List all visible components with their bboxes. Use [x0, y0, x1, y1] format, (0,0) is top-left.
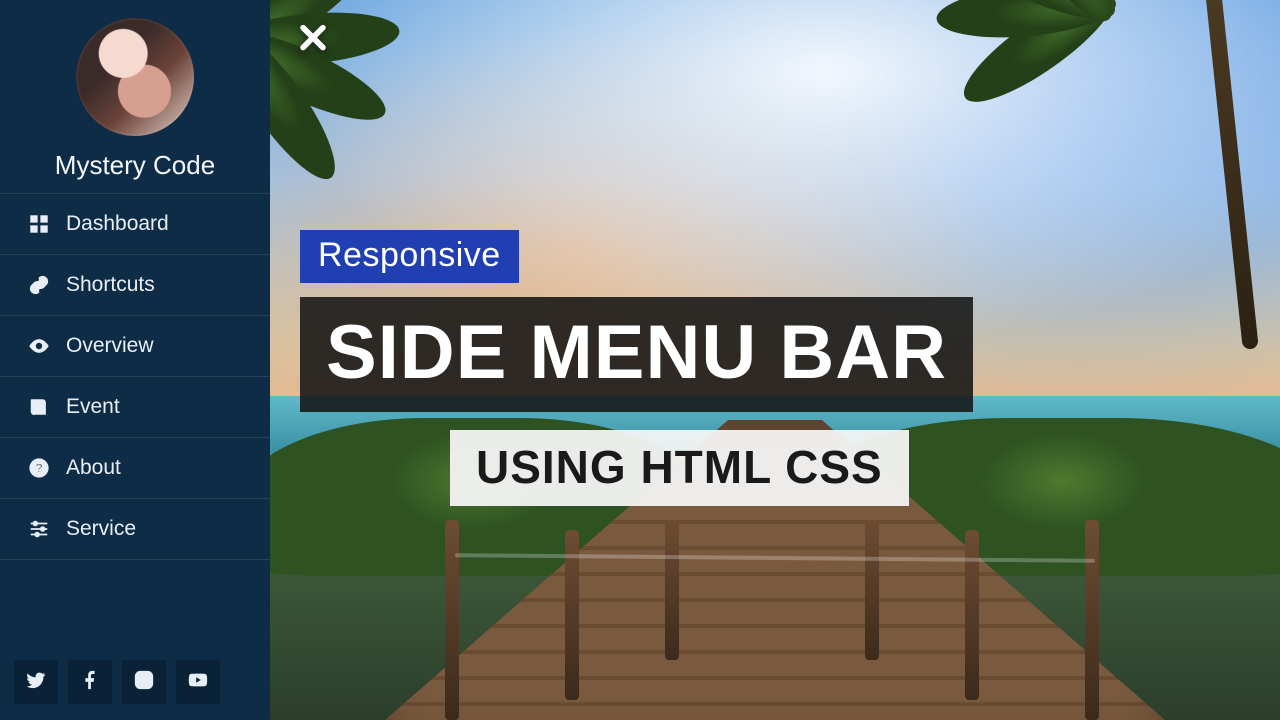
- avatar: [76, 18, 194, 136]
- social-twitter[interactable]: [14, 660, 58, 704]
- sidebar-item-event[interactable]: Event: [0, 376, 270, 437]
- facebook-icon: [79, 669, 101, 696]
- hero-subtitle: USING HTML CSS: [450, 430, 909, 506]
- grid-icon: [28, 213, 50, 235]
- eye-icon: [28, 335, 50, 357]
- link-icon: [28, 274, 50, 296]
- social-bar: [0, 648, 270, 720]
- book-icon: [28, 396, 50, 418]
- sidebar-item-dashboard[interactable]: Dashboard: [0, 193, 270, 254]
- hero-badge: Responsive: [300, 230, 519, 283]
- nav: Dashboard Shortcuts Overview Event ? Abo…: [0, 193, 270, 648]
- sidebar-item-label: Dashboard: [66, 212, 169, 236]
- hero-title: SIDE MENU BAR: [300, 297, 973, 412]
- username: Mystery Code: [0, 150, 270, 181]
- sidebar-item-label: About: [66, 456, 121, 480]
- question-icon: ?: [28, 457, 50, 479]
- sidebar-item-service[interactable]: Service: [0, 498, 270, 560]
- instagram-icon: [133, 669, 155, 696]
- social-youtube[interactable]: [176, 660, 220, 704]
- svg-text:?: ?: [35, 461, 43, 476]
- close-button[interactable]: [294, 22, 332, 60]
- sliders-icon: [28, 518, 50, 540]
- sidebar-item-shortcuts[interactable]: Shortcuts: [0, 254, 270, 315]
- sidebar-item-overview[interactable]: Overview: [0, 315, 270, 376]
- twitter-icon: [25, 669, 47, 696]
- sidebar-item-label: Event: [66, 395, 120, 419]
- sidebar-item-label: Service: [66, 517, 136, 541]
- sidebar: Mystery Code Dashboard Shortcuts Overvie…: [0, 0, 270, 720]
- close-icon: [296, 22, 330, 61]
- social-facebook[interactable]: [68, 660, 112, 704]
- sidebar-item-label: Overview: [66, 334, 154, 358]
- hero-overlay: Responsive SIDE MENU BAR USING HTML CSS: [300, 230, 1250, 506]
- profile-section: Mystery Code: [0, 0, 270, 193]
- sidebar-item-about[interactable]: ? About: [0, 437, 270, 498]
- main-content: Responsive SIDE MENU BAR USING HTML CSS: [270, 0, 1280, 720]
- youtube-icon: [187, 669, 209, 696]
- sidebar-item-label: Shortcuts: [66, 273, 155, 297]
- social-instagram[interactable]: [122, 660, 166, 704]
